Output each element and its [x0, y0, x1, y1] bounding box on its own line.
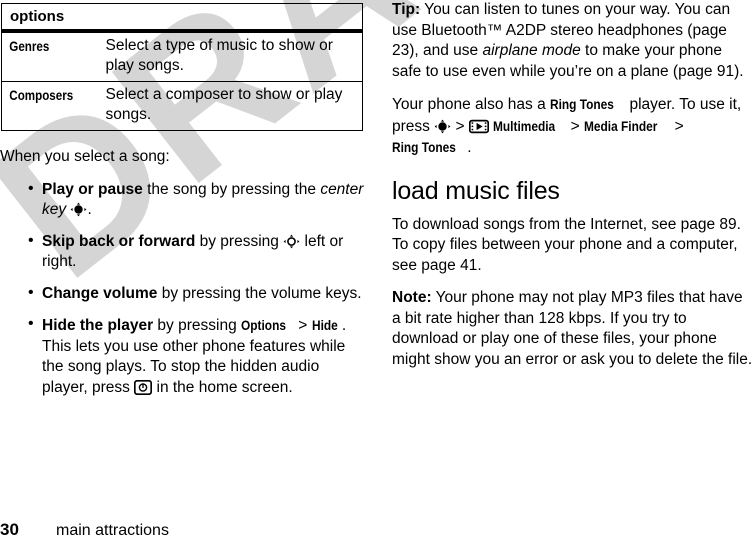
ringtones-text-tail: . [467, 139, 472, 156]
power-key-icon [134, 379, 153, 395]
bullet-lead: Change volume [42, 284, 158, 302]
left-column: options Genres Select a type of music to… [0, 0, 368, 409]
center-key-icon [434, 119, 451, 134]
list-item: Change volume by pressing the volume key… [0, 283, 368, 305]
right-column: Tip: You can listen to tunes on your way… [392, 0, 755, 382]
center-key-icon [70, 202, 87, 217]
nav-key-icon [283, 234, 300, 249]
table-row: Genres Select a type of music to show or… [2, 31, 363, 82]
list-item: Skip back or forward by pressing left or… [0, 231, 368, 273]
list-item: Play or pause the song by pressing the c… [0, 179, 368, 221]
bullet-text: by pressing the volume keys. [157, 284, 362, 302]
bullet-lead: Hide the player [42, 317, 154, 334]
note-text: Your phone may not play MP3 files that h… [392, 289, 753, 368]
bullet-text: by pressing [153, 317, 242, 334]
option-description: Select a composer to show or play songs. [97, 81, 363, 131]
ringtones-paragraph: Your phone also has a Ring Tones player.… [392, 94, 755, 159]
options-table-header: options [1, 3, 363, 33]
download-paragraph: To download songs from the Internet, see… [392, 215, 741, 274]
menu-separator: > [566, 117, 584, 135]
option-description: Select a type of music to show or play s… [105, 37, 333, 74]
note-paragraph: Note: Your phone may not play MP3 files … [392, 288, 755, 370]
select-song-intro: When you select a song: [0, 148, 170, 165]
chapter-title: main attractions [56, 522, 169, 539]
bullet-lead: Play or pause [42, 180, 143, 198]
list-item: Hide the player by pressing Options > Hi… [0, 314, 368, 398]
bullet-lead: Skip back or forward [42, 232, 196, 250]
page-title: load music files [392, 176, 560, 205]
table-row: Composers Select a composer to show or p… [1, 81, 363, 131]
option-key: Genres [8, 39, 49, 54]
song-controls-list: Play or pause the song by pressing the c… [0, 179, 368, 399]
menu-separator: > [451, 117, 469, 135]
options-table: options Genres Select a type of music to… [1, 3, 363, 131]
menu-separator: > [293, 317, 312, 334]
option-key: Composers [1, 81, 85, 131]
multimedia-icon [468, 119, 489, 134]
note-label: Note: [392, 289, 432, 306]
menu-separator: > [670, 117, 684, 135]
bullet-text-tail: in the home screen. [152, 378, 293, 396]
tip-label: Tip: [392, 1, 421, 18]
menu-label-multimedia: Multimedia [493, 117, 556, 134]
tip-paragraph: Tip: You can listen to tunes on your way… [392, 0, 755, 82]
menu-label-ring-tones: Ring Tones [550, 96, 614, 112]
tip-italic: airplane mode [482, 42, 581, 59]
manual-page: DRAFT options Genres Select a type of mu… [0, 0, 755, 546]
menu-label-ring-tones-2: Ring Tones [392, 139, 456, 155]
bullet-text-tail: . [87, 201, 92, 218]
bullet-text: by pressing [195, 232, 284, 250]
options-table-header-row: options [1, 3, 363, 33]
menu-label-options: Options [241, 317, 286, 333]
menu-label-hide: Hide [311, 317, 338, 333]
page-number: 30 [0, 520, 19, 539]
menu-label-media-finder: Media Finder [584, 117, 658, 134]
bullet-text: the song by pressing the [142, 180, 321, 198]
ringtones-text: Your phone also has a [392, 96, 550, 113]
